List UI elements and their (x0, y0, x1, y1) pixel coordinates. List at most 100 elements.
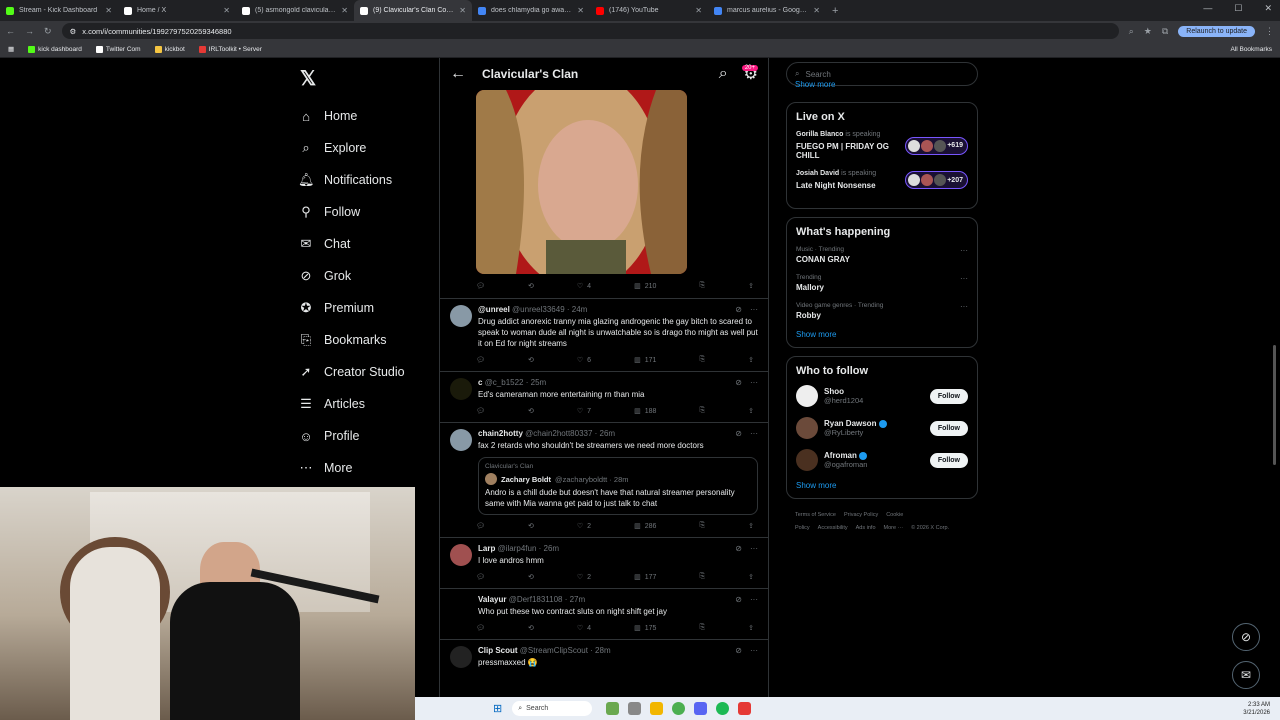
feed-post[interactable]: @unreel @unreel33649 · 24m Drug addict an… (440, 298, 768, 371)
more-options-icon[interactable]: ··· (960, 246, 968, 255)
share-icon[interactable]: ⇪ (748, 407, 754, 415)
show-more-trends[interactable]: Show more (796, 330, 968, 339)
browser-tab[interactable]: (9) Clavicular's Clan Communit ✕ (354, 0, 472, 21)
all-bookmarks[interactable]: All Bookmarks (1230, 46, 1272, 53)
browser-tab[interactable]: does chlamydia go away - Goo ✕ (472, 0, 590, 21)
obs-icon[interactable] (738, 702, 752, 715)
repost-icon[interactable]: ⟲ (528, 522, 534, 530)
live-space-item[interactable]: Gorilla Blanco is speaking FUEGO PM | FRI… (796, 131, 968, 160)
bookmark-icon[interactable]: ⎘ (699, 624, 705, 632)
follow-button[interactable]: Follow (929, 452, 968, 468)
site-info-icon[interactable]: ⚙ (70, 27, 77, 36)
nav-item-profile[interactable]: ☺ Profile (298, 420, 438, 452)
nav-item-more[interactable]: ⋯ More (298, 452, 438, 484)
forward-icon[interactable]: → (25, 26, 34, 36)
spotify-icon[interactable] (716, 702, 730, 715)
post-author[interactable]: Clip Scout @StreamClipScout · 28m (478, 646, 758, 655)
tab-close-icon[interactable]: ✕ (105, 6, 112, 15)
feed-post[interactable]: c @c_b1522 · 25m Ed's cameraman more ente… (440, 371, 768, 422)
back-icon[interactable]: ← (6, 26, 15, 36)
footer-link[interactable]: Ads info (856, 525, 876, 531)
share-icon[interactable]: ⇪ (748, 573, 754, 581)
share-icon[interactable]: ⇪ (748, 356, 754, 364)
feed-post[interactable]: chain2hotty @chain2hott80337 · 26m fax 2 … (440, 422, 768, 537)
avatar[interactable] (796, 449, 818, 471)
reply-icon[interactable]: 💬︎ (476, 282, 485, 290)
bookmark-item[interactable]: IRLToolkit • Server (198, 45, 262, 53)
new-tab-button[interactable]: + (832, 5, 838, 17)
feed-post[interactable]: Valayur @Derf1831108 · 27m Who put these … (440, 588, 768, 639)
reply-icon[interactable]: 💬︎ (476, 573, 485, 581)
footer-link[interactable]: Accessibility (818, 525, 848, 531)
back-arrow-icon[interactable]: ← (450, 65, 466, 83)
avatar[interactable] (796, 385, 818, 407)
nav-item-premium[interactable]: ✪ Premium (298, 292, 438, 324)
nav-item-notifications[interactable]: 🔔︎ Notifications (298, 164, 438, 196)
repost-icon[interactable]: ⟲ (528, 407, 534, 415)
like-button[interactable]: ♡ 2 (577, 522, 591, 531)
maximize-icon[interactable]: ☐ (1234, 3, 1242, 14)
like-button[interactable]: ♡ 4 (577, 282, 591, 291)
avatar[interactable] (796, 417, 818, 439)
follow-button[interactable]: Follow (929, 420, 968, 436)
post-author[interactable]: chain2hotty @chain2hott80337 · 26m (478, 429, 758, 438)
more-options-icon[interactable]: ··· (750, 305, 758, 314)
tab-close-icon[interactable]: ✕ (341, 6, 348, 15)
browser-menu-icon[interactable]: ⋮ (1265, 26, 1274, 37)
grok-explain-icon[interactable]: ⊘ (735, 544, 742, 553)
views-count[interactable]: ▥ 188 (634, 407, 656, 416)
apps-icon[interactable]: ▦ (8, 45, 14, 53)
more-options-icon[interactable]: ··· (750, 595, 758, 604)
nav-item-bookmarks[interactable]: ⎘ Bookmarks (298, 324, 438, 356)
x-logo-icon[interactable]: 𝕏 (300, 66, 438, 90)
nav-item-follow[interactable]: ⚲ Follow (298, 196, 438, 228)
bookmark-item[interactable]: kick dashboard (28, 45, 82, 53)
footer-link[interactable]: Terms of Service (795, 512, 836, 518)
show-more-follow[interactable]: Show more (796, 481, 968, 490)
bookmark-icon[interactable]: ⎘ (699, 282, 705, 290)
browser-tab[interactable]: (5) asmongold clavicular - Sear ✕ (236, 0, 354, 21)
grok-explain-icon[interactable]: ⊘ (735, 378, 742, 387)
close-icon[interactable]: ✕ (1264, 3, 1272, 14)
nav-item-articles[interactable]: ☰ Articles (298, 388, 438, 420)
views-count[interactable]: ▥ 210 (634, 282, 656, 291)
views-count[interactable]: ▥ 175 (634, 624, 656, 633)
nav-item-chat[interactable]: ✉ Chat (298, 228, 438, 260)
browser-tab[interactable]: marcus aurelius - Google Sear ✕ (708, 0, 826, 21)
follow-suggestion[interactable]: Ryan Dawson @RyLiberty Follow (796, 417, 968, 439)
search-icon[interactable]: ⌕ (719, 65, 728, 83)
share-icon[interactable]: ⇪ (748, 282, 754, 290)
like-button[interactable]: ♡ 2 (577, 573, 591, 582)
more-options-icon[interactable]: ··· (750, 378, 758, 387)
grok-explain-icon[interactable]: ⊘ (735, 595, 742, 604)
post-author[interactable]: Valayur @Derf1831108 · 27m (478, 595, 758, 604)
reply-icon[interactable]: 💬︎ (476, 407, 485, 415)
reply-icon[interactable]: 💬︎ (476, 624, 485, 632)
grok-explain-icon[interactable]: ⊘ (735, 646, 742, 655)
taskbar-app-icon[interactable] (606, 702, 620, 715)
reload-icon[interactable]: ↻ (44, 26, 52, 37)
messages-float-icon[interactable]: ✉ (1232, 661, 1260, 689)
bookmark-icon[interactable]: ⎘ (699, 356, 705, 364)
show-more-link[interactable]: Show more (795, 80, 978, 94)
bookmark-icon[interactable]: ⎘ (699, 522, 705, 530)
avatar[interactable] (450, 378, 472, 400)
follow-suggestion[interactable]: Shoo @herd1204 Follow (796, 385, 968, 407)
feed-post[interactable]: Larp @ilarp4fun · 26m I love andros hmm ⊘ ·… (440, 537, 768, 588)
taskbar-app-icon[interactable] (628, 702, 642, 715)
quoted-post[interactable]: Clavicular's Clan Zachary Boldt @zacharybo… (478, 457, 758, 515)
repost-icon[interactable]: ⟲ (528, 573, 534, 581)
footer-link[interactable]: Privacy Policy (844, 512, 878, 518)
folder-icon[interactable] (650, 702, 664, 715)
zoom-icon[interactable]: ⌕ (1129, 26, 1134, 37)
trend-item[interactable]: Video game genres · Trending Robby ··· (796, 302, 968, 320)
bookmark-item[interactable]: Twitter Com (95, 45, 141, 53)
grok-explain-icon[interactable]: ⊘ (735, 429, 742, 438)
avatar[interactable] (450, 305, 472, 327)
footer-link[interactable]: More ··· (884, 525, 904, 531)
discord-icon[interactable] (694, 702, 708, 715)
share-icon[interactable]: ⇪ (748, 522, 754, 530)
browser-tab[interactable]: (1746) YouTube ✕ (590, 0, 708, 21)
tab-close-icon[interactable]: ✕ (813, 6, 820, 15)
avatar[interactable] (450, 646, 472, 668)
